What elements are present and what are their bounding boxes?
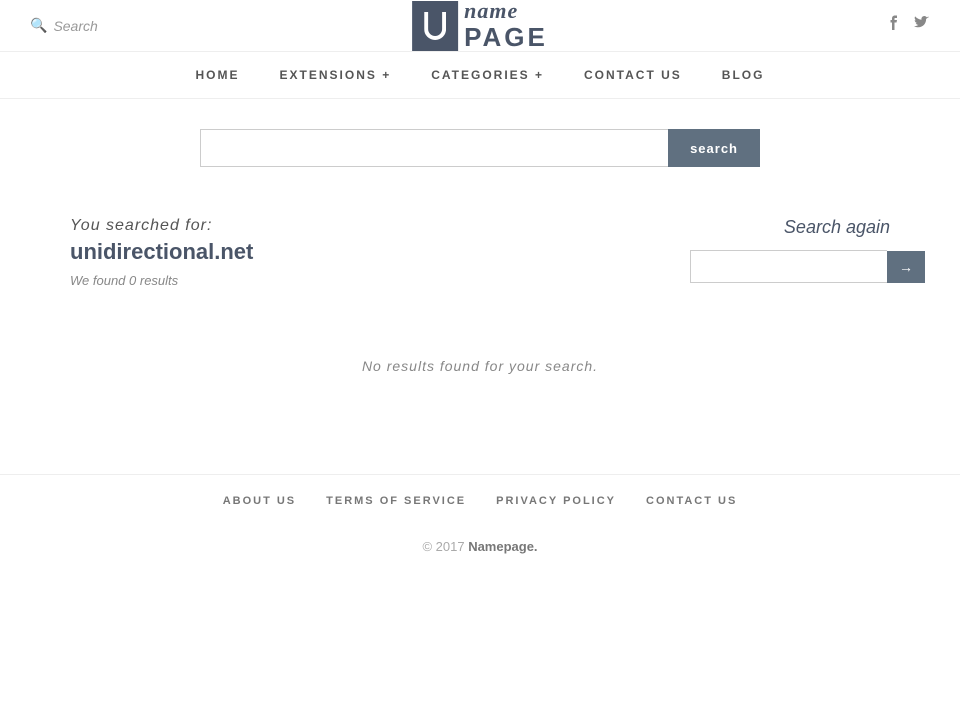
searched-term: unidirectional.net	[70, 239, 650, 265]
facebook-icon[interactable]	[886, 15, 902, 36]
copyright-text: © 2017	[422, 539, 464, 554]
search-button[interactable]: search	[668, 129, 760, 167]
nav-item-contact[interactable]: CONTACT US	[584, 68, 682, 82]
search-bar-container: search	[200, 129, 760, 167]
nav-item-categories[interactable]: CATEGORIES +	[431, 68, 544, 82]
search-again-button[interactable]: →	[887, 251, 925, 283]
logo-text-group: name PAGE	[464, 0, 548, 52]
header-search[interactable]: 🔍 Search	[30, 17, 98, 34]
footer-nav-contact[interactable]: CONTACT US	[646, 495, 737, 507]
search-again-input[interactable]	[690, 250, 887, 283]
nav-item-home[interactable]: HOME	[196, 68, 240, 82]
search-again-container: →	[690, 250, 890, 283]
logo-u-shape	[424, 12, 446, 40]
footer-nav-privacy[interactable]: PRIVACY POLICY	[496, 495, 616, 507]
footer-copyright: © 2017 Namepage.	[0, 527, 960, 584]
main-nav: HOME EXTENSIONS + CATEGORIES + CONTACT U…	[0, 52, 960, 99]
brand-link[interactable]: Namepage.	[468, 539, 537, 554]
search-again-title: Search again	[690, 217, 890, 238]
results-right: Search again →	[690, 217, 890, 288]
logo-page-text: PAGE	[464, 23, 548, 52]
search-input[interactable]	[200, 129, 668, 167]
logo-box	[412, 1, 458, 51]
header-search-label: Search	[53, 18, 97, 34]
nav-item-extensions[interactable]: EXTENSIONS +	[280, 68, 392, 82]
no-results-message: No results found for your search.	[0, 318, 960, 414]
results-count: We found 0 results	[70, 273, 650, 288]
results-left: You searched for: unidirectional.net We …	[70, 217, 650, 288]
nav-item-blog[interactable]: BLOG	[722, 68, 765, 82]
header-social	[886, 15, 930, 36]
twitter-icon[interactable]	[914, 15, 930, 36]
search-section: search	[0, 99, 960, 187]
footer-nav-about[interactable]: ABOUT US	[223, 495, 296, 507]
logo-name-text: name	[464, 0, 548, 23]
footer-nav-terms[interactable]: TERMS OF SERVICE	[326, 495, 466, 507]
logo[interactable]: name PAGE	[412, 0, 548, 52]
footer-nav: ABOUT US TERMS OF SERVICE PRIVACY POLICY…	[0, 474, 960, 527]
header: 🔍 Search name PAGE	[0, 0, 960, 52]
searched-for-label: You searched for:	[70, 217, 650, 235]
search-icon: 🔍	[30, 17, 47, 34]
results-area: You searched for: unidirectional.net We …	[30, 217, 930, 288]
